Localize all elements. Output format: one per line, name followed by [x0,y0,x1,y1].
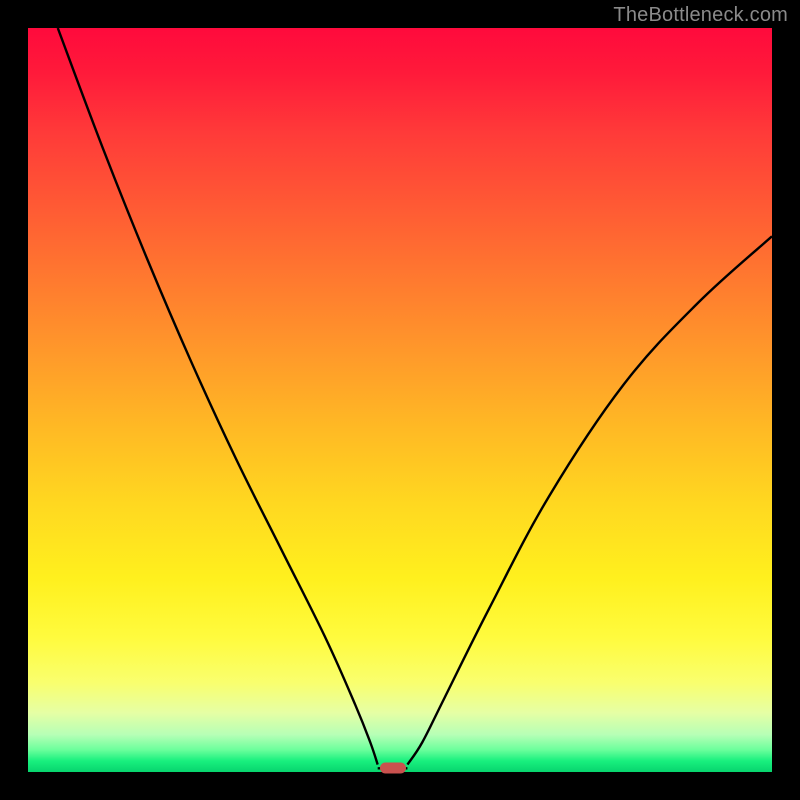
watermark-text: TheBottleneck.com [613,4,788,27]
bottleneck-curve [28,28,772,772]
curve-left-branch [58,28,378,765]
minimum-marker [380,763,406,774]
chart-frame: TheBottleneck.com [0,0,800,800]
plot-area [28,28,772,772]
curve-right-branch [407,236,772,764]
